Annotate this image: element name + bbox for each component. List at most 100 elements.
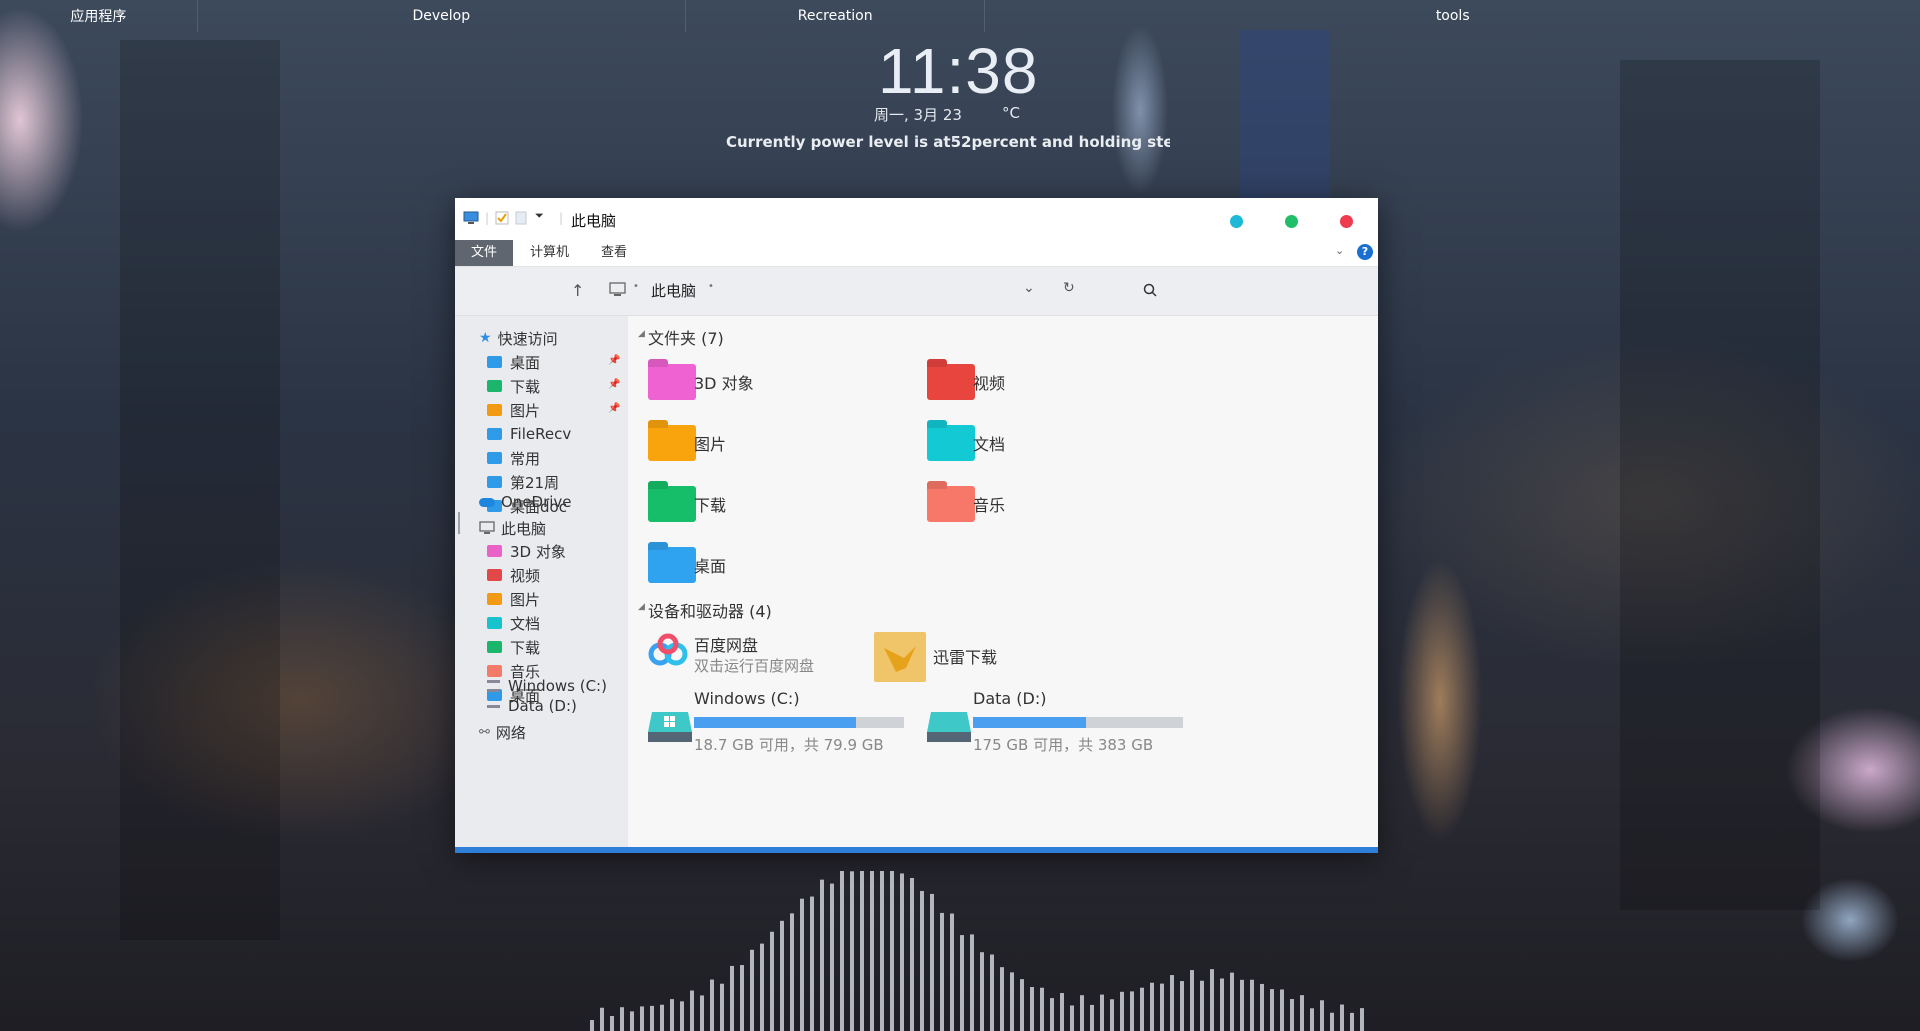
nav-drive-d[interactable]: Data (D:) [487,695,577,717]
nav-quick-access[interactable]: ★ 快速访问 [479,327,558,349]
folder-icon[interactable] [648,547,696,583]
visualizer-bar [970,934,974,1031]
nav-label: 下载 [510,638,541,657]
tab-computer[interactable]: 计算机 [514,240,585,266]
visualizer-bar [950,913,954,1031]
visualizer-bar [610,1016,614,1031]
close-button[interactable] [1340,215,1353,228]
window-title: 此电脑 [571,212,617,230]
properties-icon[interactable] [495,211,509,228]
folder-icon[interactable] [927,486,975,522]
folder-label[interactable]: 视频 [973,370,1005,394]
visualizer-bar [1280,989,1284,1031]
group-tools[interactable]: tools [985,0,1920,32]
group-recreation[interactable]: Recreation [686,0,986,32]
xunlei-icon[interactable] [874,632,926,682]
devices-section-header[interactable]: 设备和驱动器 (4) [648,598,772,622]
nav-quick-item[interactable]: 桌面 [487,351,540,373]
folder-icon[interactable] [927,425,975,461]
nav-label: 网络 [495,723,526,742]
nav-quick-item[interactable]: 常用 [487,447,540,469]
visualizer-bar [1240,979,1244,1031]
pin-icon[interactable]: 📌 [608,379,620,390]
hard-drive-icon[interactable] [925,706,973,746]
nav-onedrive[interactable]: OneDrive [479,491,572,513]
folders-section-header[interactable]: 文件夹 (7) [648,325,724,349]
visualizer-bar [1060,993,1064,1031]
visualizer-bar [1170,975,1174,1031]
nav-label: 快速访问 [497,329,558,348]
computer-icon [463,211,479,228]
maximize-button[interactable] [1285,215,1298,228]
hard-drive-icon[interactable] [646,706,694,746]
visualizer-bar [620,1007,624,1031]
help-icon[interactable]: ? [1357,244,1373,260]
folder-icon[interactable] [648,425,696,461]
folder-label[interactable]: 3D 对象 [694,370,754,394]
drive-label[interactable]: Windows (C:) [694,689,800,708]
folder-icon [487,356,502,368]
new-folder-icon[interactable] [515,211,527,228]
nav-quick-item[interactable]: FileRecv [487,423,571,445]
clock-time: 11:38 [878,35,1039,107]
tab-file[interactable]: 文件 [455,240,514,266]
visualizer-bar [1290,999,1294,1031]
expand-ribbon-chevron-icon[interactable]: ⌄ [1335,244,1344,257]
folder-icon[interactable] [927,364,975,400]
baidu-netdisk-icon[interactable] [646,632,690,676]
visualizer-bar [1360,1008,1364,1031]
drive-label[interactable]: Data (D:) [973,689,1046,708]
collapse-chevron-icon[interactable]: ◢ [638,602,645,612]
visualizer-bar [770,931,774,1031]
nav-pc-item[interactable]: 文档 [487,612,540,634]
nav-this-pc[interactable]: 此电脑 [479,517,546,539]
collapse-chevron-icon[interactable]: ◢ [638,329,645,339]
visualizer-bar [1000,967,1004,1031]
navigation-pane: ★ 快速访问 桌面 📌 下载 📌 图片 📌 FileRecv 常用 第21周 桌面doc OneD… [455,316,628,847]
power-value: 52 [950,133,972,151]
folder-label[interactable]: 桌面 [694,553,726,577]
folder-label[interactable]: 音乐 [973,492,1005,516]
visualizer-bar [830,883,834,1031]
clock-date: 周一, 3月 23 [874,106,962,124]
app-label[interactable]: 百度网盘 [694,632,758,656]
visualizer-bar [740,965,744,1031]
folder-icon[interactable] [648,486,696,522]
app-label[interactable]: 迅雷下载 [933,644,997,668]
nav-pc-item[interactable]: 下载 [487,636,540,658]
visualizer-bar [1090,1004,1094,1031]
group-apps[interactable]: 应用程序 [0,0,198,32]
nav-quick-item[interactable]: 第21周 [487,471,559,493]
folder-label[interactable]: 图片 [694,431,726,455]
nav-drive-c[interactable]: Windows (C:) [487,675,607,697]
pin-icon[interactable]: 📌 [608,355,620,366]
up-arrow-icon[interactable]: ↑ [571,281,584,300]
visualizer-bar [730,965,734,1031]
nav-pc-item[interactable]: 视频 [487,564,540,586]
nav-pc-item[interactable]: 图片 [487,588,540,610]
search-box[interactable] [1143,279,1239,301]
visualizer-bar [1080,995,1084,1031]
folder-label[interactable]: 文档 [973,431,1005,455]
refresh-icon[interactable]: ↻ [1063,280,1075,296]
visualizer-bar [920,890,924,1031]
window-bottom-accent [455,847,1378,853]
nav-quick-item[interactable]: 图片 [487,399,540,421]
customize-quick-access-icon[interactable]: ⏷ [535,209,544,223]
visualizer-bar [1120,991,1124,1031]
visualizer-bar [1330,1012,1334,1031]
nav-pc-item[interactable]: 3D 对象 [487,540,566,562]
visualizer-bar [1110,999,1114,1031]
folder-icon [487,545,502,557]
folder-icon[interactable] [648,364,696,400]
group-develop[interactable]: Develop [198,0,686,32]
nav-network[interactable]: ⚯ 网络 [479,721,526,743]
minimize-button[interactable] [1230,215,1243,228]
folder-label[interactable]: 下载 [694,492,726,516]
history-dropdown-icon[interactable]: ⌄ [1023,280,1035,296]
breadcrumb-this-pc[interactable]: 此电脑 [651,280,696,301]
pin-icon[interactable]: 📌 [608,403,620,414]
tab-view[interactable]: 查看 [585,240,643,266]
breadcrumb-separator: • [633,281,639,292]
nav-quick-item[interactable]: 下载 [487,375,540,397]
